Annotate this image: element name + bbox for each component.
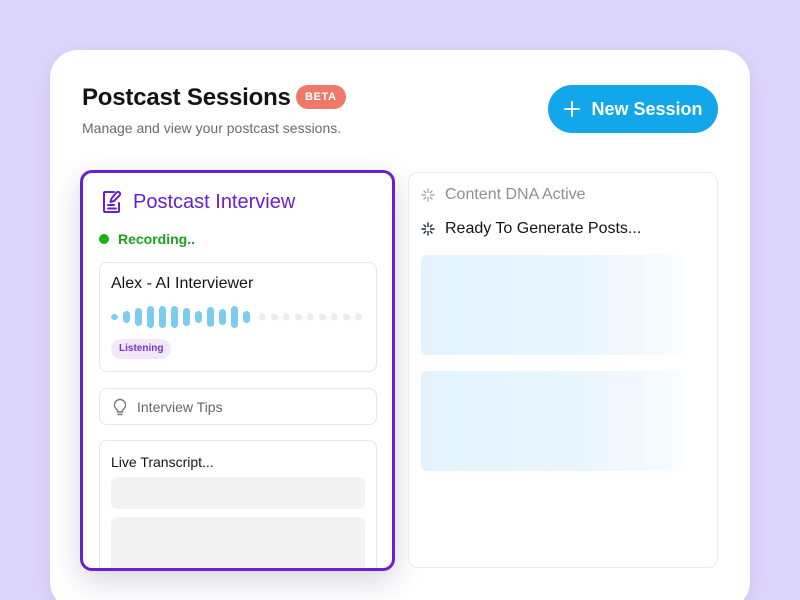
- post-placeholder: [421, 255, 693, 355]
- interviewer-name: Alex - AI Interviewer: [111, 275, 254, 292]
- transcript-label: Live Transcript...: [111, 454, 214, 470]
- wave-bar: [195, 311, 202, 323]
- ready-label: Ready To Generate Posts...: [445, 220, 642, 237]
- recording-status: Recording..: [99, 231, 195, 247]
- wave-dot: [271, 313, 278, 321]
- wave-dot: [295, 313, 302, 321]
- wave-bar: [123, 311, 130, 323]
- wave-bar: [243, 311, 250, 323]
- live-transcript: Live Transcript...: [99, 440, 377, 568]
- sparkle-icon: [421, 188, 435, 202]
- interview-tips-label: Interview Tips: [137, 398, 223, 415]
- interview-tips-button[interactable]: Interview Tips: [99, 388, 377, 425]
- content-dna-header: Content DNA Active: [421, 186, 586, 204]
- wave-bar: [207, 307, 214, 327]
- wave-bar: [147, 306, 154, 328]
- interviewer-card: Alex - AI Interviewer Listening: [99, 262, 377, 372]
- wave-dot: [259, 313, 266, 321]
- plus-icon: [563, 100, 581, 118]
- wave-bar: [219, 309, 226, 325]
- audio-waveform: [111, 306, 362, 328]
- document-edit-icon: [101, 190, 123, 214]
- interview-title: Postcast Interview: [133, 190, 296, 213]
- listening-badge: Listening: [111, 339, 172, 359]
- post-placeholder: [421, 371, 693, 471]
- wave-dot: [283, 313, 290, 321]
- wave-bar: [135, 308, 142, 326]
- wave-bar: [171, 306, 178, 328]
- transcript-placeholder: [111, 517, 365, 568]
- wave-dot: [331, 313, 338, 321]
- wave-bar: [111, 314, 118, 320]
- new-session-button[interactable]: New Session: [548, 85, 718, 133]
- beta-badge: BETA: [296, 85, 346, 109]
- wave-dot: [355, 313, 362, 321]
- wave-bar: [231, 306, 238, 328]
- wave-dot: [307, 313, 314, 321]
- wave-dot: [319, 313, 326, 321]
- wave-bar: [183, 308, 190, 326]
- interview-header: Postcast Interview: [101, 190, 295, 214]
- content-dna-label: Content DNA Active: [445, 186, 586, 203]
- new-session-label: New Session: [591, 98, 703, 119]
- page-subtitle: Manage and view your postcast sessions.: [82, 120, 342, 136]
- ready-status: Ready To Generate Posts...: [421, 220, 641, 238]
- wave-bar: [159, 306, 166, 328]
- sparkle-icon: [421, 222, 435, 236]
- interview-panel: Postcast Interview Recording.. Alex - AI…: [80, 170, 395, 571]
- wave-dot: [343, 313, 350, 321]
- content-dna-panel: Content DNA Active Ready To Generate Pos…: [408, 172, 718, 568]
- recording-dot: [99, 234, 109, 244]
- recording-label: Recording..: [118, 231, 196, 247]
- transcript-placeholder: [111, 477, 365, 509]
- page-title: Postcast Sessions: [82, 84, 291, 111]
- lightbulb-icon: [112, 398, 128, 416]
